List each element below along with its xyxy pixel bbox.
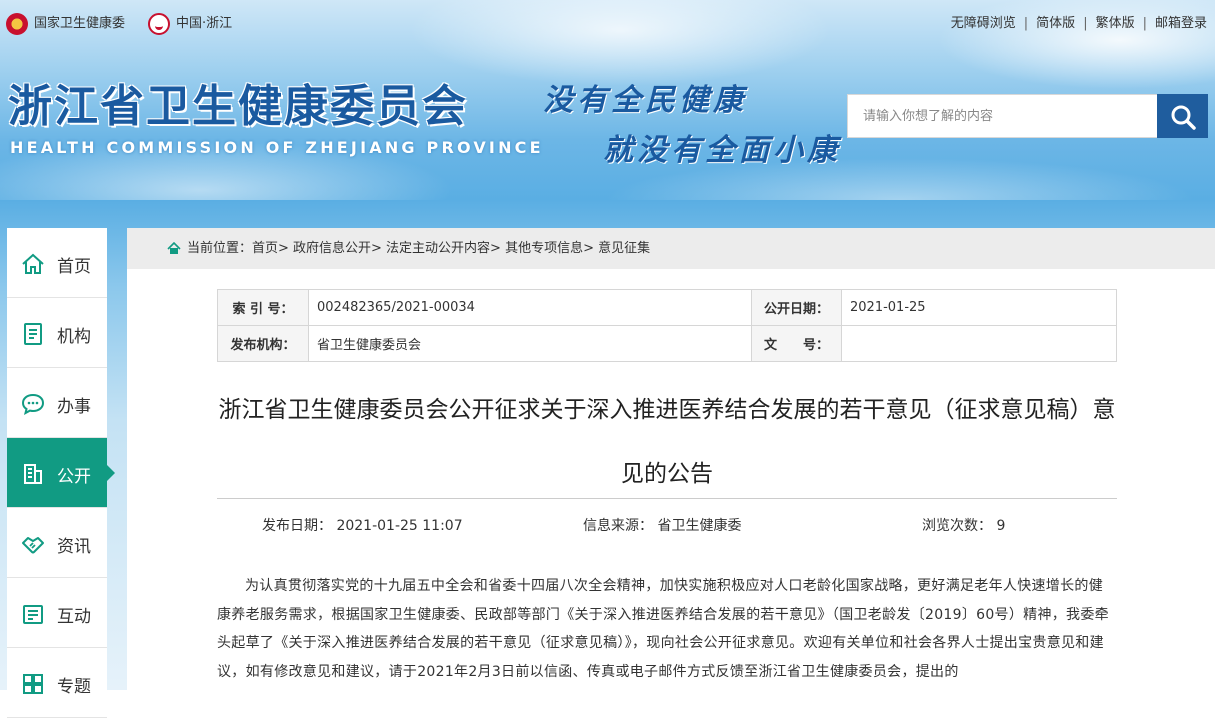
sidebar-item-label: 机构 — [57, 327, 91, 347]
sidebar-item-label: 专题 — [57, 677, 91, 697]
sidebar-item-interaction[interactable]: 互动 — [7, 578, 107, 648]
sidebar-item-organization[interactable]: 机构 — [7, 298, 107, 368]
document-icon — [24, 323, 42, 345]
divider — [217, 498, 1117, 499]
publishing-org-value: 省卫生健康委员会 — [308, 325, 752, 362]
site-subtitle: HEALTH COMMISSION OF ZHEJIANG PROVINCE — [10, 138, 544, 157]
breadcrumb-home-icon — [167, 242, 181, 254]
article-title: 浙江省卫生健康委员会公开征求关于深入推进医养结合发展的若干意见（征求意见稿）意见… — [218, 397, 1116, 487]
article-body: 为认真贯彻落实党的十九届五中全会和省委十四届八次全会精神，加快实施积极应对人口老… — [217, 578, 1109, 680]
document-meta-table: 索 引 号： 002482365/2021-00034 公开日期： 2021-0… — [217, 289, 1117, 362]
sidebar-item-home[interactable]: 首页 — [7, 228, 107, 298]
sidebar-item-disclosure[interactable]: 公开 — [7, 438, 115, 508]
search-box — [847, 94, 1208, 138]
china-zhejiang-link[interactable]: 中国·浙江 — [148, 12, 232, 35]
publish-date-value: 2021-01-25 — [841, 289, 1117, 326]
form-icon — [23, 605, 43, 624]
top-utility-links: 无障碍浏览 | 简体版 | 繁体版 | 邮箱登录 — [950, 16, 1207, 31]
index-number-label: 索 引 号： — [217, 289, 309, 326]
sidebar-item-label: 公开 — [57, 467, 91, 487]
handshake-icon — [22, 537, 44, 554]
main-content: 当前位置：首页> 政府信息公开> 法定主动公开内容> 其他专项信息> 意见征集 … — [127, 228, 1215, 690]
zhejiang-logo-icon — [148, 12, 170, 35]
chat-icon — [21, 393, 45, 415]
info-source: 信息来源： 省卫生健康委 — [583, 518, 742, 534]
nhc-link[interactable]: 国家卫生健康委 — [6, 12, 125, 35]
sidebar-item-label: 资讯 — [57, 537, 91, 557]
sidebar-item-news[interactable]: 资讯 — [7, 508, 107, 578]
publish-date-label: 公开日期： — [751, 289, 842, 326]
national-emblem-icon — [6, 12, 28, 35]
building-icon — [24, 464, 42, 484]
sidebar-item-label: 首页 — [57, 257, 91, 277]
publish-time: 发布日期： 2021-01-25 11:07 — [262, 518, 463, 534]
sidebar-item-label: 办事 — [57, 397, 91, 417]
accessibility-link[interactable]: 无障碍浏览 — [951, 16, 1016, 31]
site-header: 国家卫生健康委 中国·浙江 无障碍浏览 | 简体版 | 繁体版 | 邮箱登录 浙江省卫生健康… — [0, 0, 1215, 200]
simplified-chinese-link[interactable]: 简体版 — [1036, 16, 1075, 31]
email-login-link[interactable]: 邮箱登录 — [1155, 16, 1207, 31]
search-input[interactable] — [848, 95, 1158, 137]
sidebar-item-topics[interactable]: 专题 — [7, 648, 107, 718]
search-icon — [1171, 105, 1196, 130]
publishing-org-label: 发布机构： — [217, 325, 309, 362]
sidebar-item-label: 互动 — [57, 607, 91, 627]
traditional-chinese-link[interactable]: 繁体版 — [1096, 16, 1135, 31]
breadcrumb-text[interactable]: 当前位置：首页> 政府信息公开> 法定主动公开内容> 其他专项信息> 意见征集 — [187, 241, 650, 256]
search-button[interactable] — [1157, 94, 1208, 138]
view-count: 浏览次数： 9 — [922, 518, 1006, 534]
sidebar-nav: 首页 机构 办事 公开 资讯 互动 专题 — [7, 228, 115, 718]
breadcrumb: 当前位置：首页> 政府信息公开> 法定主动公开内容> 其他专项信息> 意见征集 — [127, 228, 1215, 269]
slogan-line-2: 就没有全面小康 — [603, 133, 841, 168]
home-icon — [22, 253, 44, 274]
index-number-value: 002482365/2021-00034 — [308, 289, 752, 326]
grid-icon — [23, 674, 43, 694]
site-title: 浙江省卫生健康委员会 — [8, 81, 468, 132]
sidebar-item-services[interactable]: 办事 — [7, 368, 107, 438]
document-number-label: 文 号： — [751, 325, 842, 362]
document-number-value — [841, 325, 1117, 362]
slogan-line-1: 没有全民健康 — [543, 83, 747, 118]
